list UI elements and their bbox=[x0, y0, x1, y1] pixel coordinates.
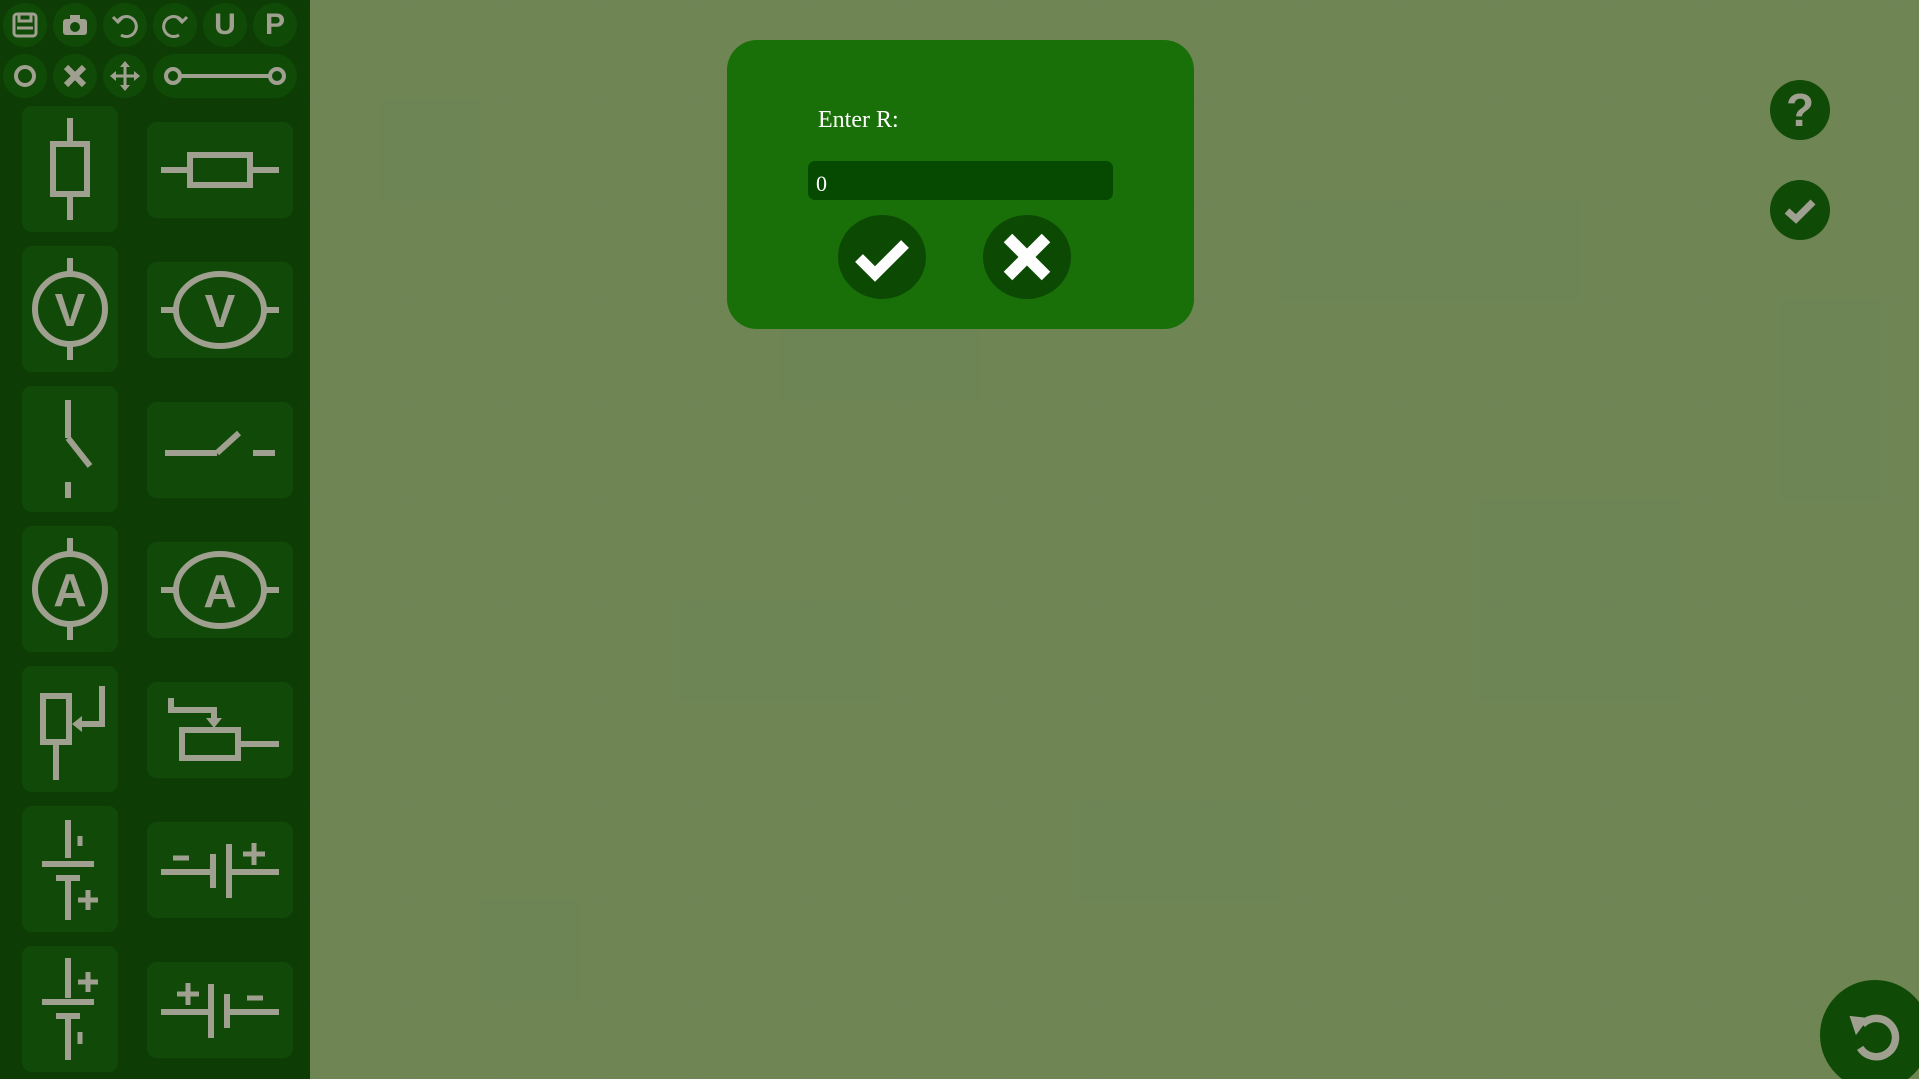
help-button[interactable]: ? bbox=[1770, 80, 1830, 140]
move-icon[interactable] bbox=[103, 54, 147, 98]
ammeter-horizontal[interactable]: A bbox=[147, 542, 293, 638]
cancel-button[interactable] bbox=[983, 215, 1071, 299]
check-answer-button[interactable] bbox=[1770, 180, 1830, 240]
wire-icon[interactable] bbox=[153, 54, 297, 98]
switch-horizontal[interactable] bbox=[147, 402, 293, 498]
dialog-label: Enter R: bbox=[818, 107, 899, 133]
check-icon bbox=[1784, 199, 1816, 224]
camera-icon[interactable] bbox=[53, 3, 97, 47]
battery-vertical-plus-top[interactable] bbox=[22, 946, 118, 1072]
p-label: P bbox=[264, 8, 285, 41]
check-icon bbox=[855, 240, 909, 282]
battery-horizontal-plus-left[interactable] bbox=[147, 962, 293, 1058]
resistor-vertical[interactable] bbox=[22, 106, 118, 232]
component-sidebar: U P V V A A bbox=[0, 0, 310, 1079]
voltmeter-vertical-label: V bbox=[55, 284, 86, 336]
voltmeter-horizontal[interactable]: V bbox=[147, 262, 293, 358]
rotate-left-icon bbox=[1849, 1014, 1900, 1061]
ammeter-horizontal-label: A bbox=[203, 565, 236, 617]
ammeter-vertical[interactable]: A bbox=[22, 526, 118, 652]
voltmeter-horizontal-label: V bbox=[205, 285, 236, 337]
u-label: U bbox=[214, 8, 236, 41]
battery-vertical-plus-bottom[interactable] bbox=[22, 806, 118, 932]
p-button[interactable]: P bbox=[253, 3, 297, 47]
help-icon: ? bbox=[1785, 84, 1815, 136]
undo-icon[interactable] bbox=[103, 3, 147, 47]
x-icon bbox=[1003, 233, 1051, 281]
rheostat-vertical[interactable] bbox=[22, 666, 118, 792]
resistance-input[interactable] bbox=[808, 161, 1113, 200]
save-icon[interactable] bbox=[3, 3, 47, 47]
ammeter-vertical-label: A bbox=[53, 564, 86, 616]
u-button[interactable]: U bbox=[203, 3, 247, 47]
node-circle-icon[interactable] bbox=[3, 54, 47, 98]
voltmeter-vertical[interactable]: V bbox=[22, 246, 118, 372]
battery-horizontal-plus-right[interactable] bbox=[147, 822, 293, 918]
confirm-button[interactable] bbox=[838, 215, 926, 299]
redo-icon[interactable] bbox=[153, 3, 197, 47]
delete-icon[interactable] bbox=[53, 54, 97, 98]
switch-vertical[interactable] bbox=[22, 386, 118, 512]
enter-resistance-dialog: Enter R: bbox=[727, 40, 1194, 329]
resistor-horizontal[interactable] bbox=[147, 122, 293, 218]
rheostat-horizontal[interactable] bbox=[147, 682, 293, 778]
